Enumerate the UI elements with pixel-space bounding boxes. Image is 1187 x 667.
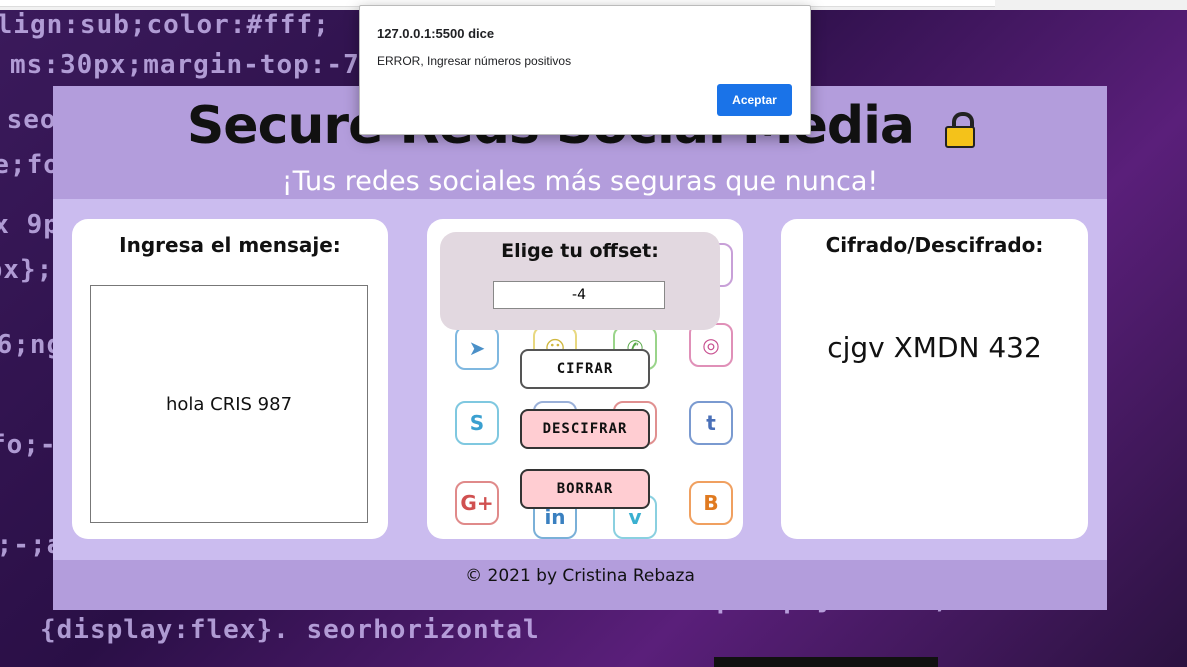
clear-button[interactable]: BORRAR	[520, 469, 650, 509]
decipher-button[interactable]: DESCIFRAR	[520, 409, 650, 449]
result-text: cjgv XMDN 432	[827, 331, 1042, 364]
footer: © 2021 by Cristina Rebaza	[53, 560, 1107, 610]
message-textarea[interactable]: hola CRIS 987	[90, 285, 368, 523]
alert-dialog: 127.0.0.1:5500 dice ERROR, Ingresar núme…	[359, 5, 811, 135]
alert-origin: 127.0.0.1:5500 dice	[377, 26, 495, 41]
code-line: ms:30px;margin-top:-7px	[10, 50, 394, 80]
telegram-icon: ➤	[455, 326, 499, 370]
alert-accept-button[interactable]: Aceptar	[717, 84, 792, 116]
lock-icon	[943, 112, 976, 148]
taskbar-fragment	[714, 657, 938, 667]
googleplus-icon: G+	[455, 481, 499, 525]
alert-message: ERROR, Ingresar números positivos	[377, 54, 572, 68]
result-heading: Cifrado/Descifrado:	[825, 233, 1044, 257]
offset-box: Elige tu offset: -4	[440, 232, 720, 330]
footer-text: © 2021 by Cristina Rebaza	[465, 566, 695, 586]
skype-icon: S	[455, 401, 499, 445]
offset-value: -4	[572, 287, 586, 303]
code-line: align:sub;color:#fff;	[0, 10, 330, 40]
twitter-icon: t	[689, 401, 733, 445]
page-subtitle: ¡Tus redes sociales más seguras que nunc…	[281, 166, 879, 197]
app-container: Secure Reds Social Media ¡Tus redes soci…	[53, 86, 1107, 610]
result-panel: Cifrado/Descifrado: cjgv XMDN 432	[781, 219, 1088, 539]
offset-label: Elige tu offset:	[501, 240, 659, 262]
message-panel: Ingresa el mensaje: hola CRIS 987	[72, 219, 388, 539]
message-heading: Ingresa el mensaje:	[119, 233, 341, 257]
cipher-button[interactable]: CIFRAR	[520, 349, 650, 389]
code-line: {display:flex}. seorhorizontal	[40, 615, 540, 645]
blogger-icon: B	[689, 481, 733, 525]
offset-panel: ➤ ☺ ✆ ◎ ▶ S f P t G+ in v B Elige tu off…	[427, 219, 743, 539]
offset-input[interactable]: -4	[493, 281, 665, 309]
